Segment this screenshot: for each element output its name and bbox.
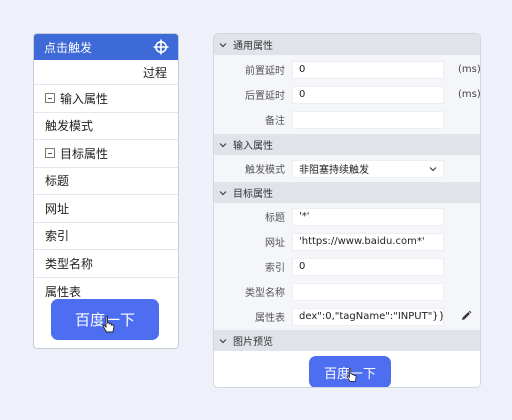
url-input[interactable]: 'https://www.baidu.com*' bbox=[292, 232, 444, 251]
post-delay-input[interactable]: 0 bbox=[292, 85, 444, 104]
node-row-trigger-mode[interactable]: 触发模式 bbox=[34, 113, 178, 140]
field-label: 网址 bbox=[265, 238, 285, 249]
row-label: 索引 bbox=[45, 229, 70, 244]
field-label: 类型名称 bbox=[245, 288, 285, 299]
unit-label: (ms) bbox=[458, 64, 481, 75]
collapse-icon[interactable] bbox=[45, 93, 55, 104]
unit-label: (ms) bbox=[458, 89, 481, 100]
field-label: 备注 bbox=[265, 116, 285, 127]
field-row-trigger-mode: 触发模式 非阻塞持续触发 bbox=[214, 156, 480, 181]
row-label: 属性表 bbox=[45, 284, 82, 299]
node-row-input-props[interactable]: 输入属性 bbox=[34, 85, 178, 113]
section-title: 输入属性 bbox=[233, 141, 273, 152]
field-label: 前置延时 bbox=[245, 66, 285, 77]
node-row-title[interactable]: 标题 bbox=[34, 168, 178, 195]
mouse-cursor-icon bbox=[346, 367, 358, 387]
baidu-search-button-thumbnail: 百度一下 bbox=[51, 299, 159, 340]
mouse-cursor-icon bbox=[102, 315, 116, 338]
section-general-header[interactable]: 通用属性 bbox=[214, 34, 480, 55]
field-label: 属性表 bbox=[255, 313, 285, 324]
baidu-search-button-preview: 百度一下 bbox=[309, 356, 391, 387]
left-node-card[interactable]: 点击触发 过程 输入属性 触发模式 目标属性 标题 网址 索引 类型名称 属性表 bbox=[33, 33, 179, 349]
chevron-down-icon[interactable] bbox=[219, 338, 227, 344]
field-row-type-name: 类型名称 bbox=[214, 279, 480, 304]
field-label: 后置延时 bbox=[245, 91, 285, 102]
chevron-down-icon[interactable] bbox=[219, 142, 227, 148]
section-input-header[interactable]: 输入属性 bbox=[214, 134, 480, 155]
title-input[interactable]: '*' bbox=[292, 207, 444, 226]
properties-panel: 通用属性 前置延时 0 (ms) 后置延时 0 (ms) 备注 输入属性 触发模… bbox=[213, 33, 481, 388]
field-row-title: 标题 '*' bbox=[214, 204, 480, 229]
node-row-url[interactable]: 网址 bbox=[34, 195, 178, 223]
field-row-pre-delay: 前置延时 0 (ms) bbox=[214, 57, 480, 82]
image-preview-area: 百度一下 bbox=[214, 351, 480, 387]
chevron-down-icon[interactable] bbox=[219, 42, 227, 48]
field-row-url: 网址 'https://www.baidu.com*' bbox=[214, 229, 480, 254]
row-label: 输入属性 bbox=[60, 91, 109, 106]
field-label: 标题 bbox=[265, 213, 285, 224]
node-subheader: 过程 bbox=[34, 60, 178, 85]
field-row-index: 索引 0 bbox=[214, 254, 480, 279]
node-title: 点击触发 bbox=[44, 40, 93, 55]
section-title: 通用属性 bbox=[233, 41, 273, 52]
row-label: 标题 bbox=[45, 174, 70, 189]
section-preview-header[interactable]: 图片预览 bbox=[214, 330, 480, 351]
field-row-attr-table: 属性表 dex":0,"tagName":"INPUT"}}]} bbox=[214, 304, 480, 329]
node-row-index[interactable]: 索引 bbox=[34, 223, 178, 250]
field-row-post-delay: 后置延时 0 (ms) bbox=[214, 82, 480, 107]
crosshair-icon[interactable] bbox=[153, 39, 169, 55]
pre-delay-input[interactable]: 0 bbox=[292, 60, 444, 79]
chevron-down-icon[interactable] bbox=[429, 166, 437, 172]
note-input[interactable] bbox=[292, 110, 444, 129]
row-label: 目标属性 bbox=[60, 146, 109, 161]
section-title: 目标属性 bbox=[233, 189, 273, 200]
row-label: 网址 bbox=[45, 201, 70, 216]
trigger-mode-select[interactable]: 非阻塞持续触发 bbox=[292, 159, 444, 178]
field-row-note: 备注 bbox=[214, 107, 480, 132]
node-header[interactable]: 点击触发 bbox=[34, 34, 178, 60]
chevron-down-icon[interactable] bbox=[219, 190, 227, 196]
select-value: 非阻塞持续触发 bbox=[299, 165, 369, 176]
process-label: 过程 bbox=[142, 65, 167, 80]
section-title: 图片预览 bbox=[233, 337, 273, 348]
type-name-input[interactable] bbox=[292, 282, 444, 301]
section-target-header[interactable]: 目标属性 bbox=[214, 182, 480, 203]
index-input[interactable]: 0 bbox=[292, 257, 444, 276]
attr-table-input[interactable]: dex":0,"tagName":"INPUT"}}]} bbox=[292, 307, 444, 326]
field-label: 触发模式 bbox=[245, 165, 285, 176]
row-label: 触发模式 bbox=[45, 119, 94, 134]
field-label: 索引 bbox=[265, 263, 285, 274]
edit-pencil-icon[interactable] bbox=[460, 310, 472, 325]
collapse-icon[interactable] bbox=[45, 148, 55, 159]
node-row-target-props[interactable]: 目标属性 bbox=[34, 140, 178, 168]
node-row-type-name[interactable]: 类型名称 bbox=[34, 250, 178, 278]
row-label: 类型名称 bbox=[45, 256, 94, 271]
